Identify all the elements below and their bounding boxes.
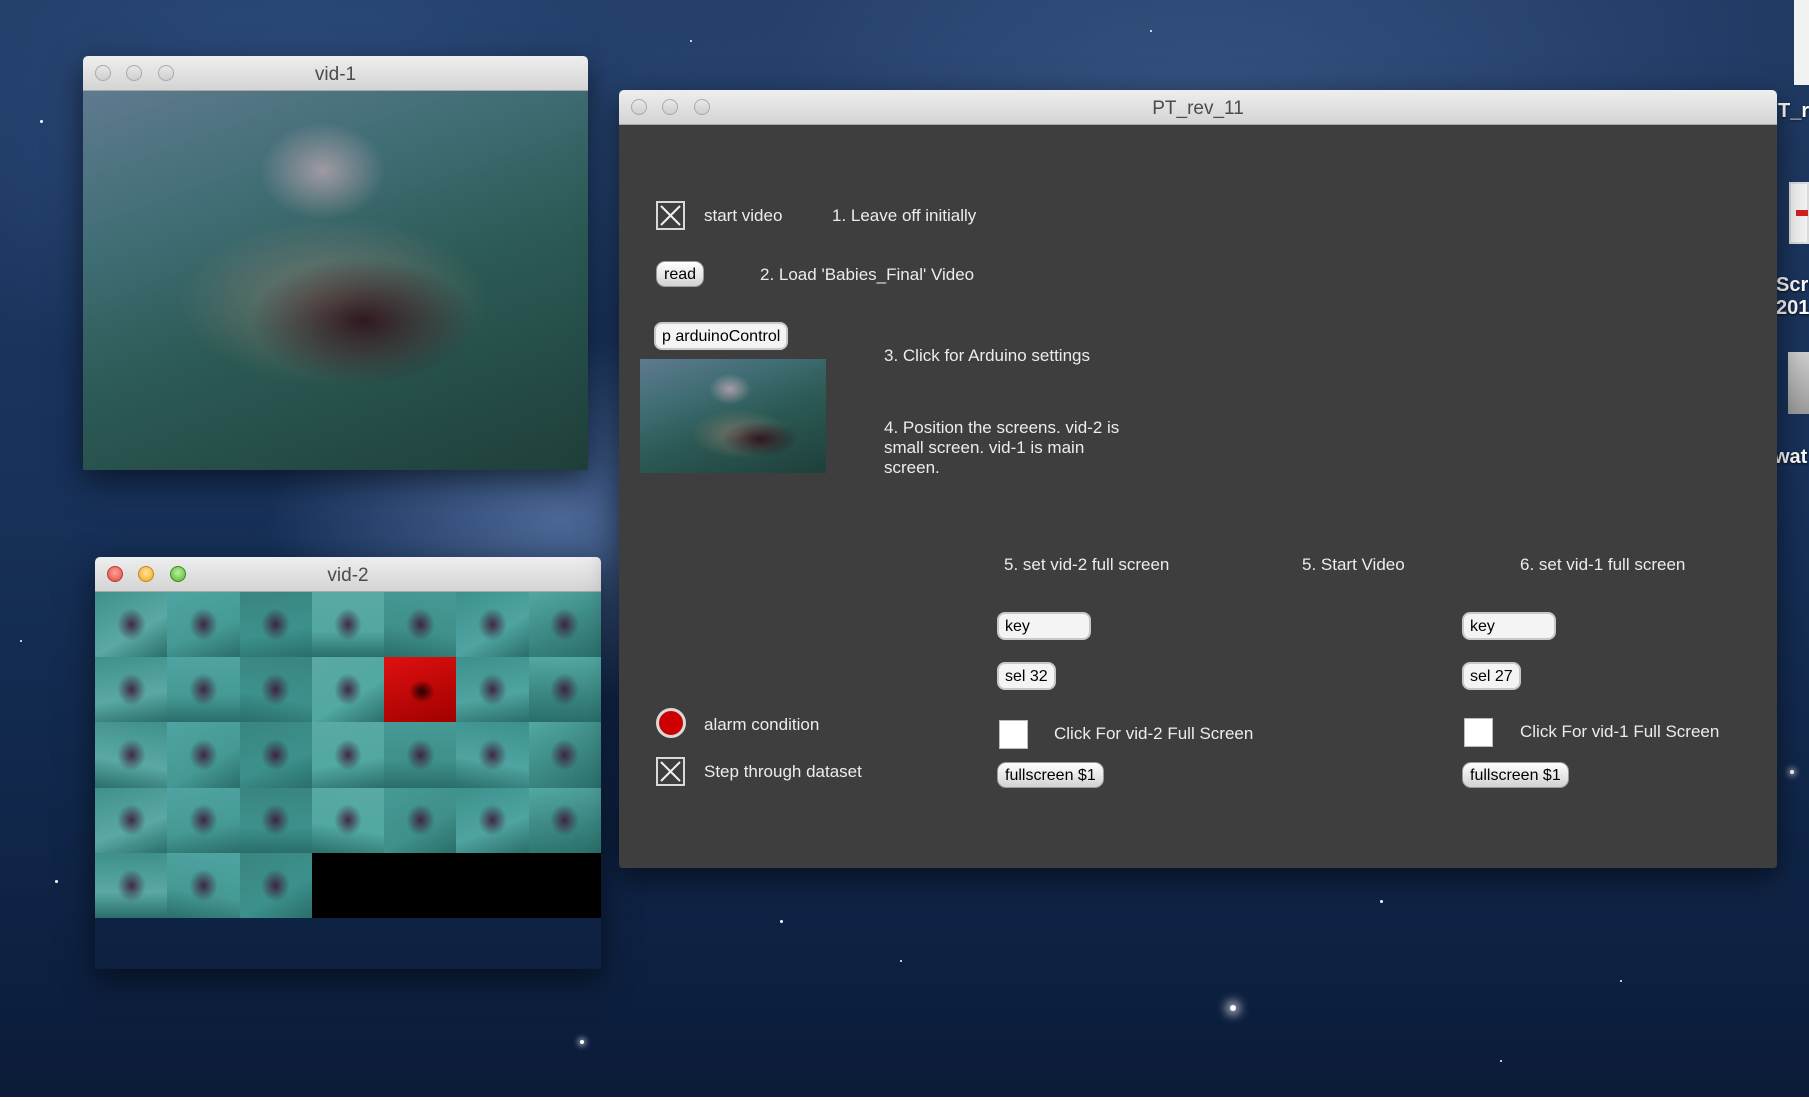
star	[20, 640, 22, 642]
vid2-frame-grid	[95, 592, 601, 918]
star	[580, 1040, 584, 1044]
vid1-window[interactable]: vid-1	[83, 56, 588, 470]
frame-thumbnail	[167, 592, 240, 658]
patcher-window[interactable]: PT_rev_11 start video 1. Leave off initi…	[619, 90, 1777, 868]
window-title: PT_rev_11	[1152, 98, 1244, 119]
desktop-edge-label[interactable]: Scre	[1776, 274, 1809, 297]
x-mark-icon	[660, 205, 681, 226]
window-title: vid-2	[327, 565, 369, 586]
key-object-left[interactable]: key	[997, 612, 1091, 640]
star	[780, 920, 783, 923]
vid1-fullscreen-toggle[interactable]	[1464, 718, 1493, 747]
start-video-label: start video	[704, 206, 783, 225]
frame-thumbnail	[95, 657, 168, 723]
arduino-control-object[interactable]: p arduinoControl	[654, 322, 789, 350]
start-video-toggle[interactable]	[656, 201, 685, 230]
frame-thumbnail	[95, 852, 168, 918]
screenshot-file-icon[interactable]	[1789, 182, 1809, 244]
alarm-frame-thumbnail	[384, 657, 457, 723]
vid1-video-view	[83, 91, 588, 470]
frame-thumbnail	[456, 787, 529, 853]
frame-thumbnail	[311, 787, 385, 853]
frame-thumbnail	[384, 722, 457, 788]
step1-comment: 1. Leave off initially	[832, 206, 977, 225]
vid2-window[interactable]: vid-2	[95, 557, 601, 969]
star	[1500, 1060, 1502, 1062]
desktop-edge-label[interactable]: wat	[1774, 446, 1807, 469]
star	[690, 40, 692, 42]
frame-thumbnail	[456, 657, 529, 723]
alarm-condition-led[interactable]	[656, 708, 686, 738]
window-title: vid-1	[314, 64, 357, 85]
frame-thumbnail	[239, 852, 312, 918]
star	[40, 120, 43, 123]
step-dataset-toggle[interactable]	[656, 757, 685, 786]
step6-comment: 6. set vid-1 full screen	[1520, 555, 1686, 574]
fullscreen-message-left[interactable]: fullscreen $1	[997, 762, 1104, 788]
star	[1230, 1005, 1236, 1011]
frame-thumbnail	[528, 787, 601, 853]
vid1-fullscreen-comment: Click For vid-1 Full Screen	[1520, 722, 1720, 741]
star	[1790, 770, 1794, 774]
frame-thumbnail	[95, 787, 168, 853]
frame-thumbnail	[384, 787, 457, 853]
frame-thumbnail	[239, 722, 312, 788]
sel-27-object[interactable]: sel 27	[1462, 662, 1521, 690]
desktop-background: T_r Scre 201 wat vid-1 vid-2 PT_rev_1	[0, 0, 1809, 1097]
frame-thumbnail	[311, 592, 385, 658]
frame-thumbnail	[239, 657, 312, 723]
frame-thumbnail	[167, 657, 240, 723]
step3-comment: 3. Click for Arduino settings	[884, 346, 1090, 365]
frame-thumbnail	[456, 592, 529, 658]
vid2-titlebar[interactable]: vid-2	[95, 557, 601, 592]
step4-comment: 4. Position the screens. vid-2 is small …	[884, 418, 1120, 477]
step5b-comment: 5. Start Video	[1302, 555, 1405, 574]
frame-thumbnail	[239, 592, 312, 658]
frame-thumbnail	[167, 722, 240, 788]
step5a-comment: 5. set vid-2 full screen	[1004, 555, 1170, 574]
desktop-edge-label[interactable]: 201	[1776, 297, 1809, 320]
empty-frame-slot	[311, 852, 385, 918]
vid2-fullscreen-comment: Click For vid-2 Full Screen	[1054, 724, 1254, 743]
frame-thumbnail	[528, 657, 601, 723]
frame-thumbnail	[528, 592, 601, 658]
file-icon[interactable]	[1788, 352, 1809, 414]
frame-thumbnail	[456, 722, 529, 788]
patcher-canvas: start video 1. Leave off initially read …	[619, 125, 1777, 868]
read-message-button[interactable]: read	[656, 261, 705, 287]
desktop-edge-label[interactable]: T_r	[1778, 100, 1809, 123]
empty-frame-slot	[384, 852, 457, 918]
key-object-right[interactable]: key	[1462, 612, 1556, 640]
vid2-fullscreen-toggle[interactable]	[999, 720, 1028, 749]
sel-32-object[interactable]: sel 32	[997, 662, 1056, 690]
frame-thumbnail	[384, 592, 457, 658]
frame-thumbnail	[311, 657, 385, 723]
frame-thumbnail	[167, 787, 240, 853]
patcher-titlebar[interactable]: PT_rev_11	[619, 90, 1777, 125]
vid1-titlebar[interactable]: vid-1	[83, 56, 588, 91]
frame-thumbnail	[95, 722, 168, 788]
frame-thumbnail	[95, 592, 168, 658]
star	[1380, 900, 1383, 903]
step2-comment: 2. Load 'Babies_Final' Video	[760, 265, 975, 284]
x-mark-icon	[660, 761, 681, 782]
frame-thumbnail	[311, 722, 385, 788]
alarm-condition-label: alarm condition	[704, 715, 820, 734]
frame-thumbnail	[528, 722, 601, 788]
star	[55, 880, 58, 883]
frame-thumbnail	[167, 852, 240, 918]
desktop-edge-icon[interactable]	[1794, 0, 1809, 85]
empty-frame-slot	[528, 852, 601, 918]
star	[1620, 980, 1622, 982]
star	[1150, 30, 1152, 32]
fullscreen-message-right[interactable]: fullscreen $1	[1462, 762, 1569, 788]
empty-frame-slot	[456, 852, 529, 918]
frame-thumbnail	[239, 787, 312, 853]
star	[900, 960, 902, 962]
step-dataset-label: Step through dataset	[704, 762, 862, 781]
video-preview-thumbnail	[640, 359, 826, 473]
